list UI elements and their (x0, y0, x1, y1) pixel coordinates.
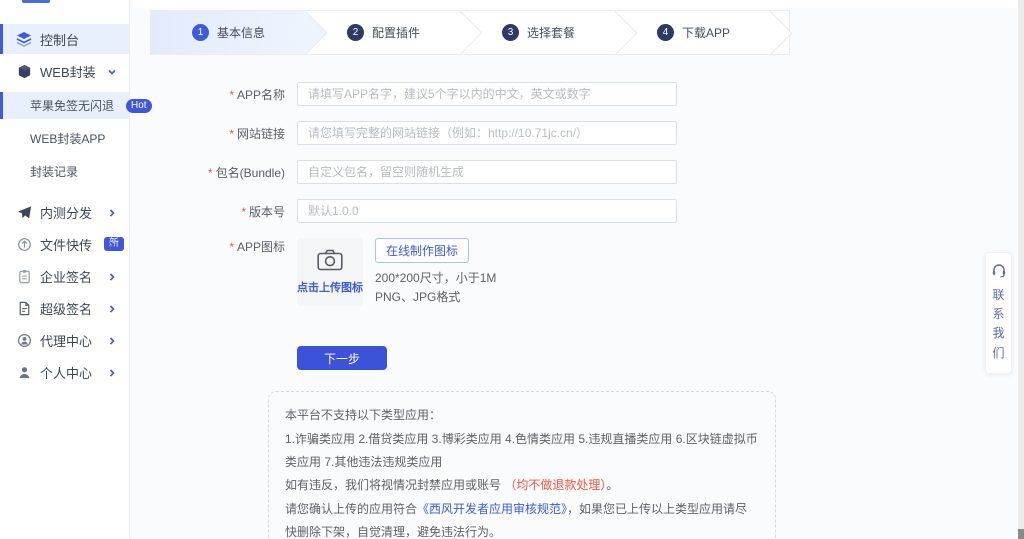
policy-notice-box: 本平台不支持以下类型应用： 1.诈骗类应用 2.借贷类应用 3.博彩类应用 4.… (268, 391, 776, 539)
icon-helper-column: 在线制作图标 200*200尺寸，小于1M PNG、JPG格式 (375, 238, 496, 306)
field-label: * APP图标 (229, 240, 285, 254)
notice-line-3: 如有违反，我们将视情况封禁应用或账号 （均不做退款处理）。 (285, 478, 619, 493)
form-row-version: * 版本号 (173, 199, 1024, 223)
main-content: 1 基本信息 2 配置插件 3 选择套餐 4 下载APP *APP名称 *网站链… (131, 0, 1024, 539)
version-input[interactable] (297, 199, 677, 223)
camera-icon (317, 249, 343, 274)
upload-icon-label: 点击上传图标 (297, 282, 363, 294)
sidebar-item-label: 超级签名 (40, 301, 93, 317)
sidebar-item-package-records[interactable]: 封装记录 (0, 158, 129, 185)
sidebar-item-label: WEB封装APP (30, 132, 106, 146)
form-row-bundle-id: * 包名(Bundle) (173, 160, 1024, 184)
icon-hints: 200*200尺寸，小于1M PNG、JPG格式 (375, 269, 496, 306)
sidebar-item-label: 封装记录 (30, 165, 79, 179)
chevron-right-icon (107, 335, 117, 345)
clipboard-icon (16, 268, 32, 284)
sidebar-item-beta-distribution[interactable]: 内测分发 (0, 197, 129, 227)
sidebar-item-label: 个人中心 (40, 365, 93, 381)
scrollbar-thumb[interactable] (1018, 529, 1024, 539)
cube-icon (16, 63, 32, 79)
sidebar-item-label: 苹果免签无闪退 (30, 99, 115, 113)
notice-line-1: 本平台不支持以下类型应用： (285, 408, 442, 423)
field-label: * 包名(Bundle) (207, 165, 285, 180)
required-mark: * (229, 87, 234, 102)
step-download-app[interactable]: 4 下载APP (616, 11, 771, 54)
icon-hint-format: PNG、JPG格式 (375, 289, 461, 304)
send-icon (16, 204, 32, 220)
step-number: 2 (346, 24, 364, 41)
chevron-right-icon (107, 239, 117, 249)
icon-hint-size: 200*200尺寸，小于1M (375, 271, 497, 285)
sidebar-item-console[interactable]: 控制台 (0, 24, 129, 54)
sidebar-item-web-package[interactable]: WEB封装 (0, 56, 129, 86)
next-button-row: 下一步 (297, 346, 1024, 371)
sidebar-item-enterprise-sign[interactable]: 企业签名 (0, 261, 129, 291)
contact-us-label: 联系我们 (992, 288, 1005, 360)
notice-line-4: 请您确认上传的应用符合《西风开发者应用审核规范》，如果您已上传以上类型应用请尽快… (285, 501, 748, 539)
chevron-right-icon (107, 303, 117, 313)
sidebar-item-label: 内测分发 (40, 205, 93, 221)
step-label: 配置插件 (371, 26, 420, 40)
step-label: 基本信息 (216, 26, 265, 40)
required-mark: * (229, 240, 234, 254)
vertical-scrollbar[interactable] (1018, 0, 1024, 539)
sidebar: 控制台 WEB封装 苹果免签无闪退 Hot WEB封装APP 封装记录 内测分发… (0, 0, 152, 539)
app-name-input[interactable] (297, 82, 677, 106)
step-number: 1 (191, 24, 209, 41)
headset-icon (991, 262, 1007, 281)
step-configure-plugins[interactable]: 2 配置插件 (306, 11, 461, 54)
step-number: 4 (656, 24, 674, 41)
bundle-id-input[interactable] (297, 160, 677, 184)
user-icon (16, 364, 32, 380)
wizard-stepper: 1 基本信息 2 配置插件 3 选择套餐 4 下载APP (150, 10, 790, 55)
layers-icon (16, 31, 32, 47)
sidebar-item-label: 代理中心 (40, 333, 93, 349)
logo (22, 0, 50, 3)
sidebar-item-label: WEB封装 (40, 64, 96, 80)
chevron-down-icon (107, 66, 117, 76)
site-url-input[interactable] (297, 121, 677, 145)
contact-us-tab[interactable]: 联系我们 (985, 252, 1012, 374)
no-refund-warning: （均不做退款处理） (504, 478, 607, 493)
step-label: 选择套餐 (526, 26, 575, 40)
step-label: 下载APP (681, 26, 730, 40)
sidebar-item-super-sign[interactable]: 超级签名 (0, 293, 129, 323)
icon-upload-box[interactable]: 点击上传图标 (297, 238, 363, 306)
field-label: * APP名称 (229, 87, 285, 102)
notice-line-2: 1.诈骗类应用 2.借贷类应用 3.博彩类应用 4.色情类应用 5.违规直播类应… (285, 431, 758, 469)
form-row-app-name: * APP名称 (173, 82, 1024, 106)
step-number: 3 (501, 24, 519, 41)
sidebar-item-agent-center[interactable]: 代理中心 (0, 325, 129, 355)
transfer-icon (16, 236, 32, 252)
chevron-right-icon (107, 271, 117, 281)
sidebar-item-apple-nosign[interactable]: 苹果免签无闪退 Hot (0, 92, 152, 119)
required-mark: * (207, 165, 213, 180)
step-basic-info[interactable]: 1 基本信息 (151, 11, 306, 54)
agent-icon (16, 332, 32, 348)
required-mark: * (229, 126, 234, 141)
field-label: * 网站链接 (229, 126, 285, 141)
review-guideline-link[interactable]: 《西风开发者应用审核规范》 (417, 502, 567, 516)
sidebar-item-label: 企业签名 (40, 269, 93, 285)
hot-badge: Hot (126, 98, 152, 113)
required-mark: * (241, 204, 246, 219)
make-icon-online-button[interactable]: 在线制作图标 (375, 238, 470, 263)
field-label: * 版本号 (241, 204, 285, 219)
step-choose-plan[interactable]: 3 选择套餐 (461, 11, 616, 54)
doc-sign-icon (16, 300, 32, 316)
sidebar-item-file-transfer[interactable]: 文件快传 新 (0, 229, 129, 259)
sidebar-item-personal-center[interactable]: 个人中心 (0, 357, 129, 387)
top-strip (131, 0, 1024, 8)
sidebar-item-web-package-app[interactable]: WEB封装APP (0, 125, 129, 152)
form-row-site-url: * 网站链接 (173, 121, 1024, 145)
chevron-right-icon (107, 367, 117, 377)
form-row-app-icon: * APP图标 点击上传图标 在线制作图标 200*200尺寸，小于1M PNG、… (173, 238, 1024, 306)
sidebar-item-label: 控制台 (40, 32, 80, 48)
sidebar-item-label: 文件快传 (40, 237, 93, 253)
chevron-right-icon (107, 207, 117, 217)
next-step-button[interactable]: 下一步 (297, 346, 387, 371)
basic-info-form: *APP名称 *网站链接 *包名(Bundle) *版本号 *APP图标 点击上… (131, 55, 1024, 539)
